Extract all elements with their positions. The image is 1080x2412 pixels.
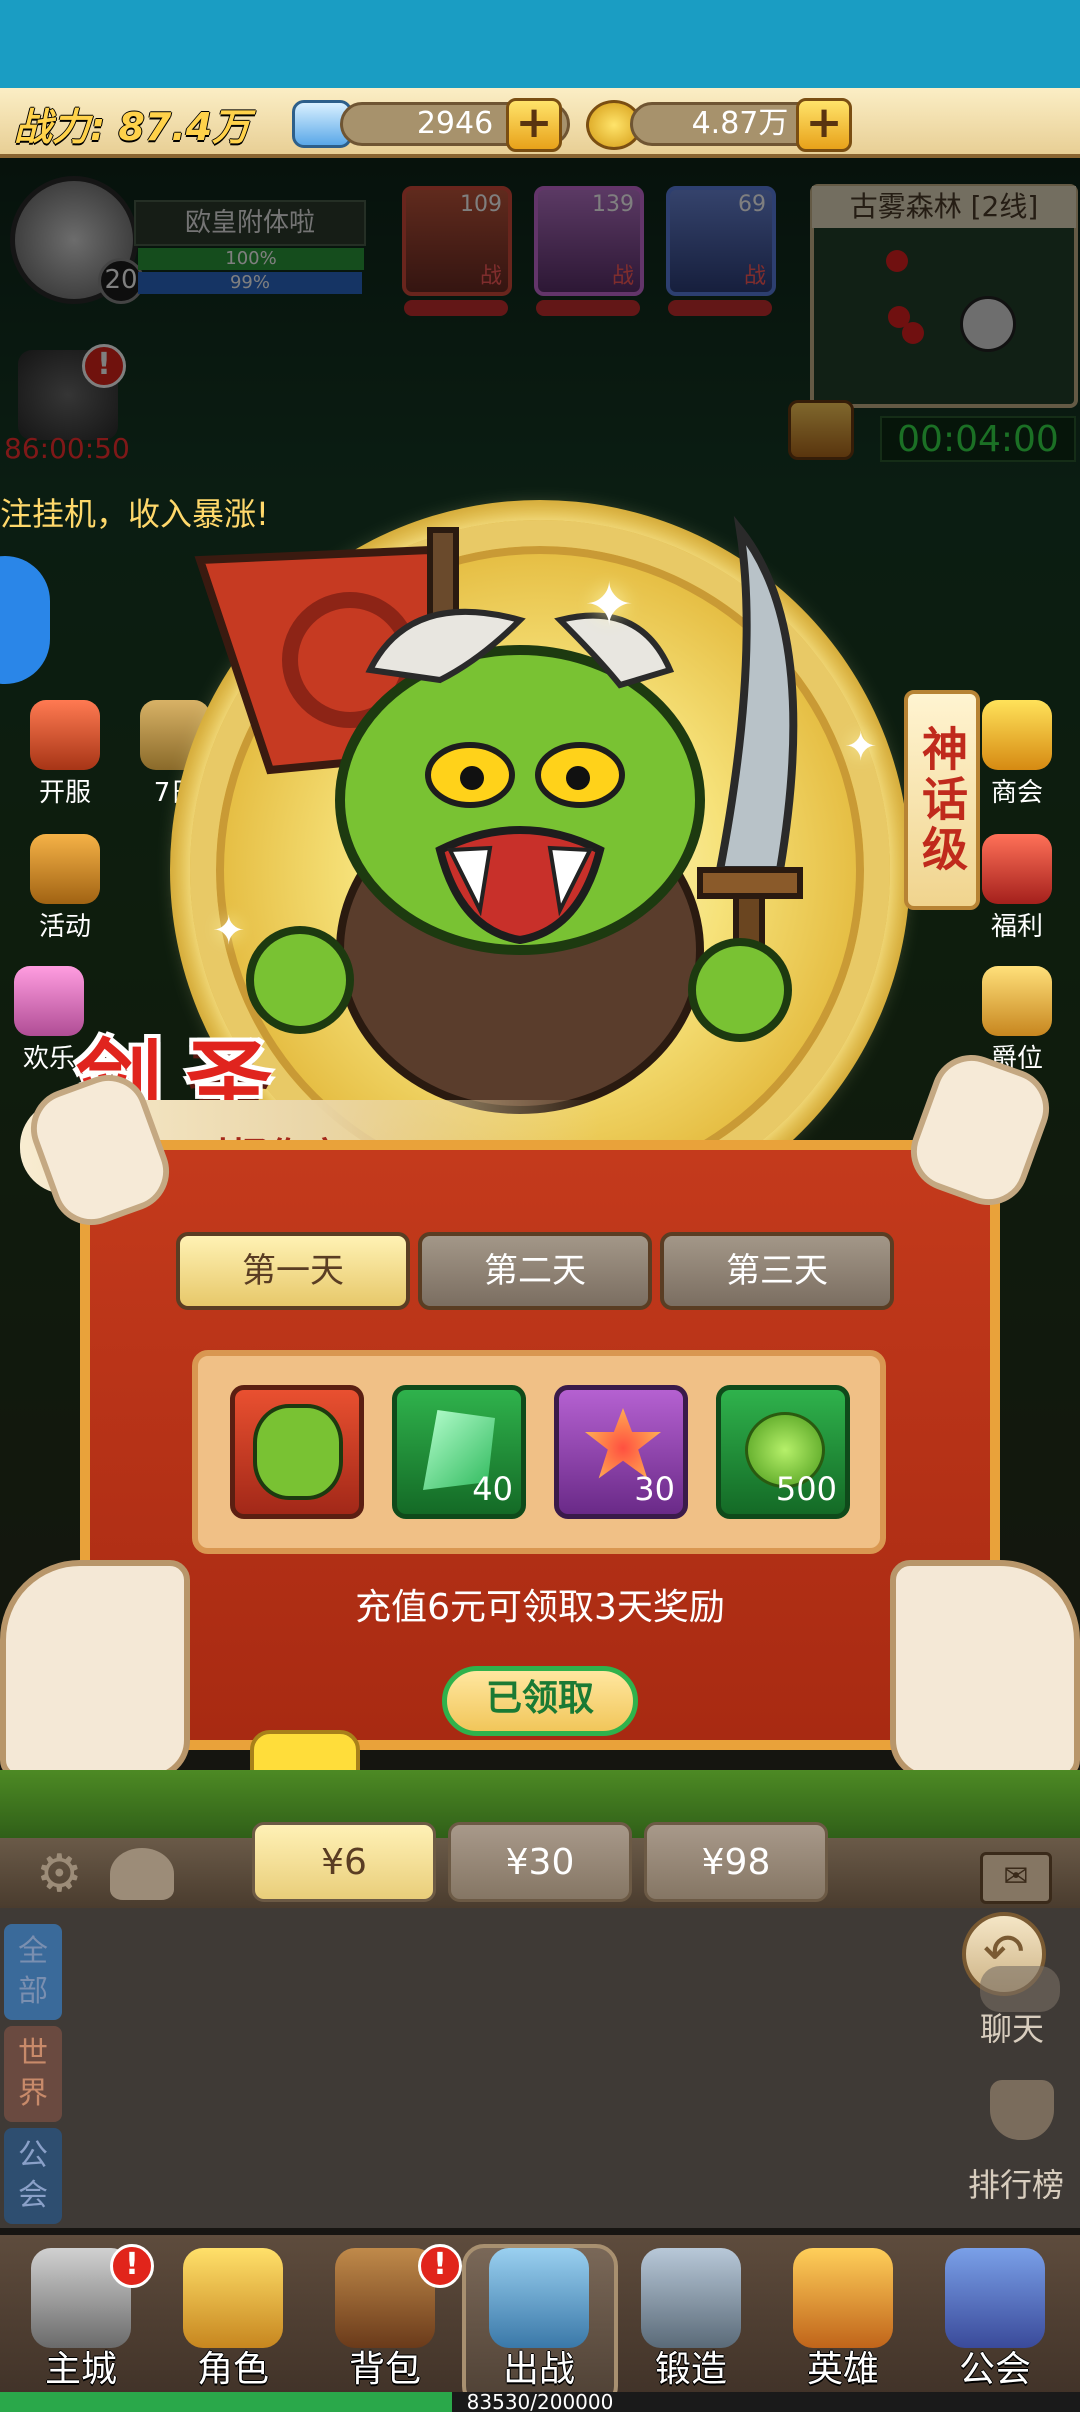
side-icon-kaifu[interactable]: 开服 <box>20 700 110 809</box>
claimed-button[interactable]: 已领取 <box>442 1666 638 1736</box>
nav-forge[interactable]: 锻造 <box>616 2248 766 2398</box>
nav-character[interactable]: 角色 <box>158 2248 308 2398</box>
fist-shield-icon <box>793 2248 893 2348</box>
gear-icon[interactable]: ⚙ <box>36 1844 83 1904</box>
reward-slot[interactable] <box>230 1385 364 1519</box>
nav-battle[interactable]: 出战 <box>464 2248 614 2398</box>
chest-icon <box>982 834 1052 904</box>
top-strip <box>0 0 1080 90</box>
price-button-6[interactable]: ¥6 <box>252 1822 436 1902</box>
nav-label: 锻造 <box>654 2349 727 2390</box>
recharge-note: 充值6元可领取3天奖励 <box>355 1587 725 1628</box>
chat-label[interactable]: 聊天 <box>980 2004 1044 2050</box>
tier-label: 神话级 <box>904 690 980 910</box>
price-button-98[interactable]: ¥98 <box>644 1822 828 1902</box>
sparkle-icon: ✦ <box>844 724 878 770</box>
side-icon-activity[interactable]: 活动 <box>20 834 110 943</box>
reward-slot[interactable]: 30 <box>554 1385 688 1519</box>
hammer-icon <box>641 2248 741 2348</box>
crossed-swords-icon <box>489 2248 589 2348</box>
side-icon-welfare[interactable]: 福利 <box>972 834 1062 943</box>
mail-icon[interactable]: ✉ <box>980 1852 1052 1904</box>
crown-icon <box>982 966 1052 1036</box>
nav-label: 背包 <box>348 2349 421 2390</box>
side-icon-shop[interactable]: 商会 <box>972 700 1062 809</box>
nav-label: 角色 <box>196 2349 269 2390</box>
side-label: 福利 <box>990 912 1043 942</box>
bell-icon <box>30 700 100 770</box>
tab-day-2[interactable]: 第二天 <box>418 1232 652 1310</box>
reward-slot[interactable]: 500 <box>716 1385 850 1519</box>
add-gems-button[interactable]: + <box>506 98 562 152</box>
tab-day-3[interactable]: 第三天 <box>660 1232 894 1310</box>
tab-day-1[interactable]: 第一天 <box>176 1232 410 1310</box>
side-label: 开服 <box>38 778 91 808</box>
chat-tab-guild[interactable]: 公会 <box>4 2128 62 2224</box>
nav-guild[interactable]: 公会 <box>920 2248 1070 2398</box>
sparkle-icon: ✦ <box>212 908 246 954</box>
reward-count: 40 <box>472 1470 513 1508</box>
chat-tab-world[interactable]: 世界 <box>4 2026 62 2122</box>
helmet-shield-icon <box>945 2248 1045 2348</box>
chat-tab-all[interactable]: 全部 <box>4 1924 62 2020</box>
friends-icon[interactable] <box>110 1848 174 1900</box>
reward-count: 30 <box>634 1470 675 1508</box>
nav-label: 公会 <box>958 2349 1031 2390</box>
nav-label: 主城 <box>44 2349 117 2390</box>
exp-text: 83530/200000 <box>466 2390 614 2412</box>
crown-icon <box>183 2248 283 2348</box>
side-label: 商会 <box>990 778 1043 808</box>
nav-label: 出战 <box>502 2349 575 2390</box>
gift-icon <box>14 966 84 1036</box>
nav-hero[interactable]: 英雄 <box>768 2248 918 2398</box>
side-label: 活动 <box>38 912 91 942</box>
nav-badge: ! <box>418 2244 462 2288</box>
orc-hero-icon <box>253 1404 343 1500</box>
nav-badge: ! <box>110 2244 154 2288</box>
reward-slot[interactable]: 40 <box>392 1385 526 1519</box>
sparkle-icon: ✦ <box>584 570 635 640</box>
price-button-30[interactable]: ¥30 <box>448 1822 632 1902</box>
chick-icon <box>982 700 1052 770</box>
rank-label[interactable]: 排行榜 <box>968 2160 1064 2206</box>
trophy-icon[interactable] <box>990 2080 1054 2140</box>
power-label: 战力: 87.4万 <box>14 105 251 149</box>
hammer-icon <box>30 834 100 904</box>
nav-label: 英雄 <box>806 2349 879 2390</box>
reward-count: 500 <box>775 1470 837 1508</box>
add-gold-button[interactable]: + <box>796 98 852 152</box>
